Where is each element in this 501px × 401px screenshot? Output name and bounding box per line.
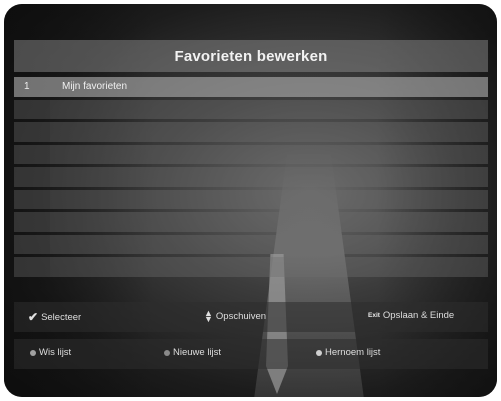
row-number-cell [14,122,50,142]
row-name-cell [50,122,488,142]
list-row-7[interactable] [14,212,488,232]
list-row-6[interactable] [14,189,488,209]
row-name: Mijn favorieten [62,81,128,93]
hint-move[interactable]: ▲ ▼ Opschuiven [204,308,267,324]
row-number-cell [14,167,50,187]
list-row-1[interactable]: 1 Mijn favorieten [14,77,488,97]
list-row-4[interactable] [14,144,488,164]
hint-save-exit[interactable]: Exit Opslaan & Einde [368,310,454,321]
hint-select[interactable]: ✔ Selecteer [28,310,81,324]
footer-hints-row-2: Wis lijst Nieuwe lijst Hernoem lijst [14,339,488,369]
list-row-9[interactable] [14,257,488,277]
row-number-cell [14,234,50,254]
hint-rename-list-label: Hernoem lijst [325,347,381,358]
row-name-cell [50,99,488,119]
check-icon: ✔ [28,310,39,324]
row-name-cell [50,144,488,164]
page-title: Favorieten bewerken [174,47,328,65]
hint-rename-list[interactable]: Hernoem lijst [316,347,380,358]
row-number-cell: 1 [14,77,50,97]
footer-hints-row-1: ✔ Selecteer ▲ ▼ Opschuiven Exit Opslaan &… [14,302,488,332]
hint-new-list-label: Nieuwe lijst [173,347,222,358]
hint-delete-list[interactable]: Wis lijst [30,347,71,358]
row-name-cell [50,189,488,209]
hint-move-label: Opschuiven [215,310,267,322]
exit-key-icon: Exit [368,312,380,319]
up-down-arrows-icon: ▲ ▼ [204,308,213,324]
row-name-cell: Mijn favorieten [50,77,488,97]
red-key-icon [30,349,36,356]
hint-new-list[interactable]: Nieuwe lijst [164,347,221,358]
row-number: 1 [24,81,30,93]
row-number-cell [14,144,50,164]
row-number-cell [14,257,50,277]
row-name-cell [50,234,488,254]
list-row-8[interactable] [14,234,488,254]
hint-select-label: Selecteer [41,311,82,323]
row-number-cell [14,189,50,209]
title-bar: Favorieten bewerken [14,40,488,72]
list-row-2[interactable] [14,99,488,119]
row-number-cell [14,99,50,119]
row-number-cell [14,212,50,232]
list-row-5[interactable] [14,167,488,187]
row-name-cell [50,212,488,232]
favorites-list: 1 Mijn favorieten [14,77,488,280]
row-name-cell [50,167,488,187]
list-row-3[interactable] [14,122,488,142]
yellow-key-icon [316,349,322,356]
green-key-icon [164,349,170,356]
hint-save-exit-label: Opslaan & Einde [382,310,455,321]
row-name-cell [50,257,488,277]
hint-delete-list-label: Wis lijst [39,347,72,358]
